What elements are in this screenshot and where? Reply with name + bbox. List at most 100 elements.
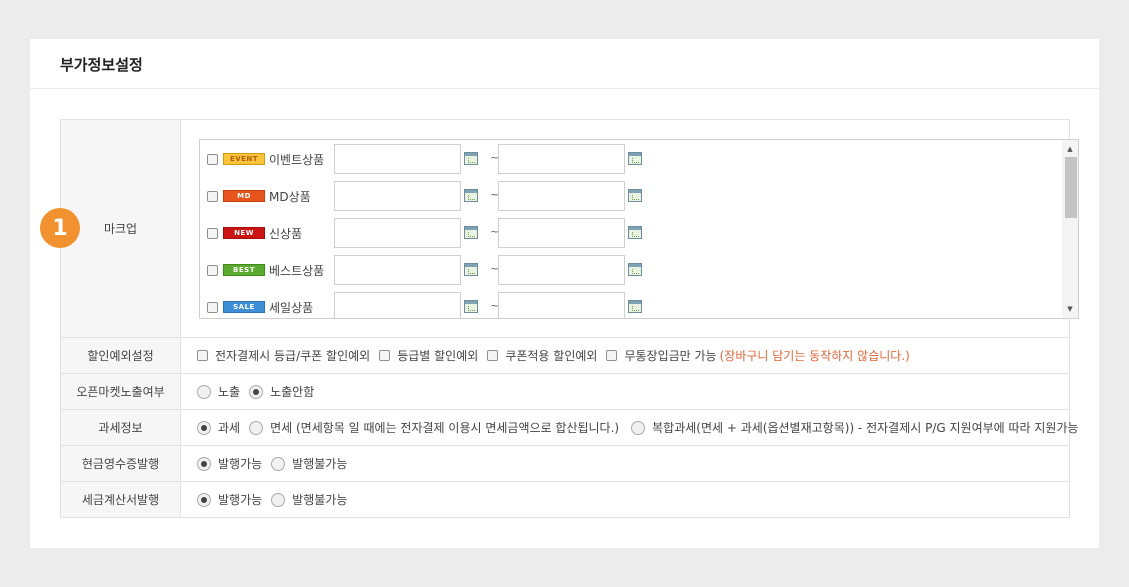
markup-scrollbar[interactable]: ▲ ▼ bbox=[1062, 140, 1078, 318]
tax-exempt-radio[interactable]: 면세 (면세항목 일 때에는 전자결제 이용시 면세금액으로 합산됩니다.) bbox=[249, 419, 619, 436]
additional-info-panel: 부가정보설정 1 마크업 EVENT 이벤트상품 ~ MD MD상품 ~ NEW 신상품 ~ BE… bbox=[30, 39, 1099, 548]
markup-item: EVENT 이벤트상품 bbox=[207, 144, 324, 174]
tax-info-label: 과세정보 bbox=[61, 410, 181, 445]
markup-item: MD MD상품 bbox=[207, 181, 311, 211]
scroll-up-arrow-icon[interactable]: ▲ bbox=[1062, 142, 1078, 156]
option-label: 면세 (면세항목 일 때에는 전자결제 이용시 면세금액으로 합산됩니다.) bbox=[270, 421, 620, 435]
tax-invoice-row: 세금계산서발행 발행가능 발행불가능 bbox=[61, 482, 1069, 518]
discount-exception-row: 할인예외설정 전자결제시 등급/쿠폰 할인예외 등급별 할인예외 쿠폰적용 할인… bbox=[61, 338, 1069, 374]
discount-exception-label: 할인예외설정 bbox=[61, 338, 181, 373]
markup-cell: EVENT 이벤트상품 ~ MD MD상품 ~ NEW 신상품 ~ BEST 베스트상품 ~ SALE 세… bbox=[181, 120, 1079, 337]
end-date-input[interactable] bbox=[498, 181, 625, 211]
cart-warning-text: (장바구니 담기는 동작하지 않습니다.) bbox=[719, 349, 910, 363]
tax-info-options: 과세 면세 (면세항목 일 때에는 전자결제 이용시 면세금액으로 합산됩니다.… bbox=[181, 410, 1088, 445]
checkbox[interactable] bbox=[487, 350, 499, 361]
discount-option-pg[interactable]: 전자결제시 등급/쿠폰 할인예외 bbox=[197, 347, 370, 364]
open-market-row: 오픈마켓노출여부 노출 노출안함 bbox=[61, 374, 1069, 410]
option-label: 노출안함 bbox=[270, 385, 315, 399]
markup-tag-badge: EVENT bbox=[223, 153, 265, 165]
end-date-input[interactable] bbox=[498, 218, 625, 248]
start-date-input[interactable] bbox=[334, 218, 461, 248]
radio[interactable] bbox=[249, 420, 264, 435]
markup-item-name: 베스트상품 bbox=[269, 263, 325, 278]
calendar-icon[interactable] bbox=[464, 263, 478, 276]
option-label: 과세 bbox=[218, 421, 241, 435]
checkbox[interactable] bbox=[606, 350, 618, 361]
markup-tag-badge: BEST bbox=[223, 264, 265, 276]
radio-selected[interactable] bbox=[249, 384, 264, 399]
discount-option-grade[interactable]: 등급별 할인예외 bbox=[379, 347, 478, 364]
start-date-input[interactable] bbox=[334, 292, 461, 318]
markup-tag-badge: MD bbox=[223, 190, 265, 202]
scroll-down-arrow-icon[interactable]: ▼ bbox=[1062, 302, 1078, 316]
tax-mixed-radio[interactable]: 복합과세(면세 + 과세(옵션별재고항목)) - 전자결제시 P/G 지원여부에… bbox=[631, 419, 1079, 436]
markup-item-name: 신상품 bbox=[269, 226, 303, 241]
markup-checkbox[interactable] bbox=[207, 153, 218, 165]
option-label: 쿠폰적용 할인예외 bbox=[505, 349, 598, 363]
tax-taxable-radio[interactable]: 과세 bbox=[197, 419, 240, 436]
scroll-thumb[interactable] bbox=[1065, 157, 1077, 218]
cash-receipt-available-radio[interactable]: 발행가능 bbox=[197, 455, 262, 472]
option-label: 등급별 할인예외 bbox=[397, 349, 479, 363]
option-label: 발행불가능 bbox=[292, 457, 348, 471]
markup-row: 1 마크업 EVENT 이벤트상품 ~ MD MD상품 ~ NEW 신상품 ~ BEST 베스트상품… bbox=[40, 120, 1079, 338]
tax-info-row: 과세정보 과세 면세 (면세항목 일 때에는 전자결제 이용시 면세금액으로 합… bbox=[61, 410, 1079, 446]
checkbox[interactable] bbox=[197, 350, 208, 361]
calendar-icon[interactable] bbox=[628, 300, 642, 313]
calendar-icon[interactable] bbox=[464, 152, 478, 165]
markup-item: NEW 신상품 bbox=[207, 218, 302, 248]
panel-title: 부가정보설정 bbox=[60, 56, 143, 74]
end-date-input[interactable] bbox=[498, 144, 625, 174]
step-number-badge: 1 bbox=[40, 208, 80, 248]
markup-tag-badge: SALE bbox=[223, 301, 265, 313]
start-date-input[interactable] bbox=[334, 255, 461, 285]
start-date-input[interactable] bbox=[334, 181, 461, 211]
discount-option-coupon[interactable]: 쿠폰적용 할인예외 bbox=[487, 347, 597, 364]
calendar-icon[interactable] bbox=[628, 152, 642, 165]
markup-item: SALE 세일상품 bbox=[207, 292, 314, 318]
markup-checkbox[interactable] bbox=[207, 264, 218, 276]
markup-item-name: 이벤트상품 bbox=[269, 152, 325, 167]
calendar-icon[interactable] bbox=[628, 263, 642, 276]
radio[interactable] bbox=[271, 456, 286, 471]
markup-item-name: MD상품 bbox=[269, 189, 311, 204]
calendar-icon[interactable] bbox=[464, 226, 478, 239]
option-label: 발행가능 bbox=[218, 493, 263, 507]
tax-invoice-available-radio[interactable]: 발행가능 bbox=[197, 491, 262, 508]
radio-selected[interactable] bbox=[197, 492, 211, 507]
radio[interactable] bbox=[631, 420, 646, 435]
cash-receipt-unavailable-radio[interactable]: 발행불가능 bbox=[271, 455, 347, 472]
markup-item-name: 세일상품 bbox=[269, 300, 314, 315]
radio-selected[interactable] bbox=[197, 420, 211, 435]
calendar-icon[interactable] bbox=[628, 226, 642, 239]
title-divider bbox=[30, 88, 1099, 89]
radio[interactable] bbox=[271, 492, 286, 507]
open-market-label: 오픈마켓노출여부 bbox=[61, 374, 181, 409]
open-market-show-radio[interactable]: 노출 bbox=[197, 383, 240, 400]
end-date-input[interactable] bbox=[498, 292, 625, 318]
markup-checkbox[interactable] bbox=[207, 190, 218, 202]
discount-option-bank-only[interactable]: 무통장입금만 가능 (장바구니 담기는 동작하지 않습니다.) bbox=[606, 347, 910, 364]
calendar-icon[interactable] bbox=[628, 189, 642, 202]
settings-form: 1 마크업 EVENT 이벤트상품 ~ MD MD상품 ~ NEW 신상품 ~ BEST 베스트상품… bbox=[40, 119, 1079, 518]
markup-list[interactable]: EVENT 이벤트상품 ~ MD MD상품 ~ NEW 신상품 ~ BEST 베스트상품 ~ SALE 세… bbox=[199, 139, 1079, 319]
checkbox[interactable] bbox=[379, 350, 391, 361]
tax-invoice-label: 세금계산서발행 bbox=[61, 482, 181, 517]
markup-checkbox[interactable] bbox=[207, 227, 218, 239]
option-label: 발행가능 bbox=[218, 457, 263, 471]
markup-checkbox[interactable] bbox=[207, 301, 218, 313]
end-date-input[interactable] bbox=[498, 255, 625, 285]
tax-invoice-unavailable-radio[interactable]: 발행불가능 bbox=[271, 491, 347, 508]
markup-item: BEST 베스트상품 bbox=[207, 255, 324, 285]
cash-receipt-label: 현금영수증발행 bbox=[61, 446, 181, 481]
discount-exception-options: 전자결제시 등급/쿠폰 할인예외 등급별 할인예외 쿠폰적용 할인예외 무통장입… bbox=[181, 338, 1069, 373]
radio[interactable] bbox=[197, 384, 211, 399]
radio-selected[interactable] bbox=[197, 456, 211, 471]
open-market-hide-radio[interactable]: 노출안함 bbox=[249, 383, 314, 400]
start-date-input[interactable] bbox=[334, 144, 461, 174]
calendar-icon[interactable] bbox=[464, 189, 478, 202]
calendar-icon[interactable] bbox=[464, 300, 478, 313]
tax-invoice-options: 발행가능 발행불가능 bbox=[181, 482, 1069, 517]
markup-tag-badge: NEW bbox=[223, 227, 265, 239]
open-market-options: 노출 노출안함 bbox=[181, 374, 1069, 409]
